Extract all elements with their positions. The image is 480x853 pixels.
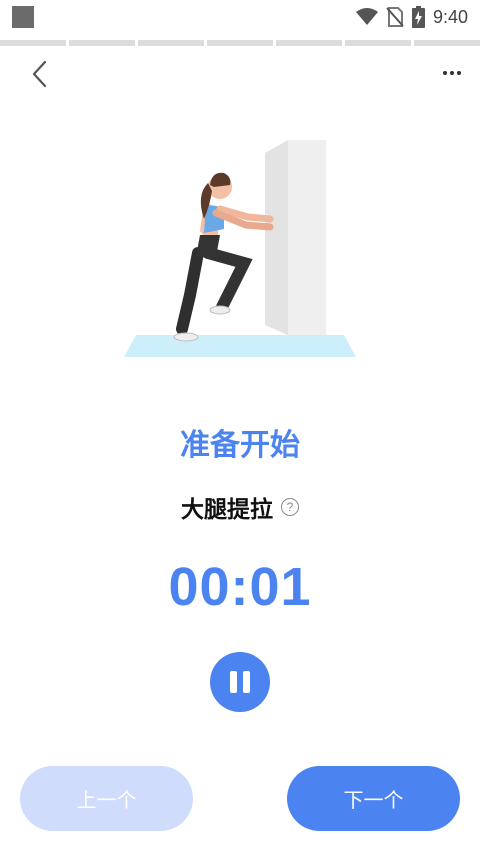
pause-icon [243, 671, 250, 693]
battery-charging-icon [411, 6, 425, 28]
progress-segment [138, 40, 204, 46]
chevron-left-icon [32, 60, 47, 88]
progress-segment [345, 40, 411, 46]
exercise-illustration [120, 135, 360, 360]
progress-segment [69, 40, 135, 46]
progress-segment [0, 40, 66, 46]
status-time: 9:40 [432, 6, 468, 27]
back-button[interactable] [24, 58, 54, 90]
progress-segment [414, 40, 480, 46]
status-icons: 9:40 [355, 5, 468, 29]
progress-segment [276, 40, 342, 46]
progress-segment [207, 40, 273, 46]
exercise-name-row: 大腿提拉 ? [0, 490, 480, 524]
notification-square-icon [12, 6, 34, 28]
more-dots-icon [443, 71, 461, 75]
previous-exercise-button[interactable]: 上一个 [20, 766, 193, 831]
wifi-icon [355, 8, 378, 25]
exercise-figure-image [124, 140, 356, 357]
exercise-name: 大腿提拉 [181, 497, 273, 523]
next-exercise-button[interactable]: 下一个 [287, 766, 460, 831]
pause-icon [230, 671, 237, 693]
workout-progress-bar [0, 40, 480, 46]
ready-status-title: 准备开始 [180, 428, 300, 463]
more-options-button[interactable] [434, 58, 470, 88]
countdown-timer: 00:01 [168, 557, 312, 617]
pause-button[interactable] [210, 652, 270, 712]
no-sim-icon [386, 7, 404, 27]
question-circle-icon[interactable]: ? [281, 498, 299, 516]
status-bar: 9:40 [0, 0, 480, 34]
